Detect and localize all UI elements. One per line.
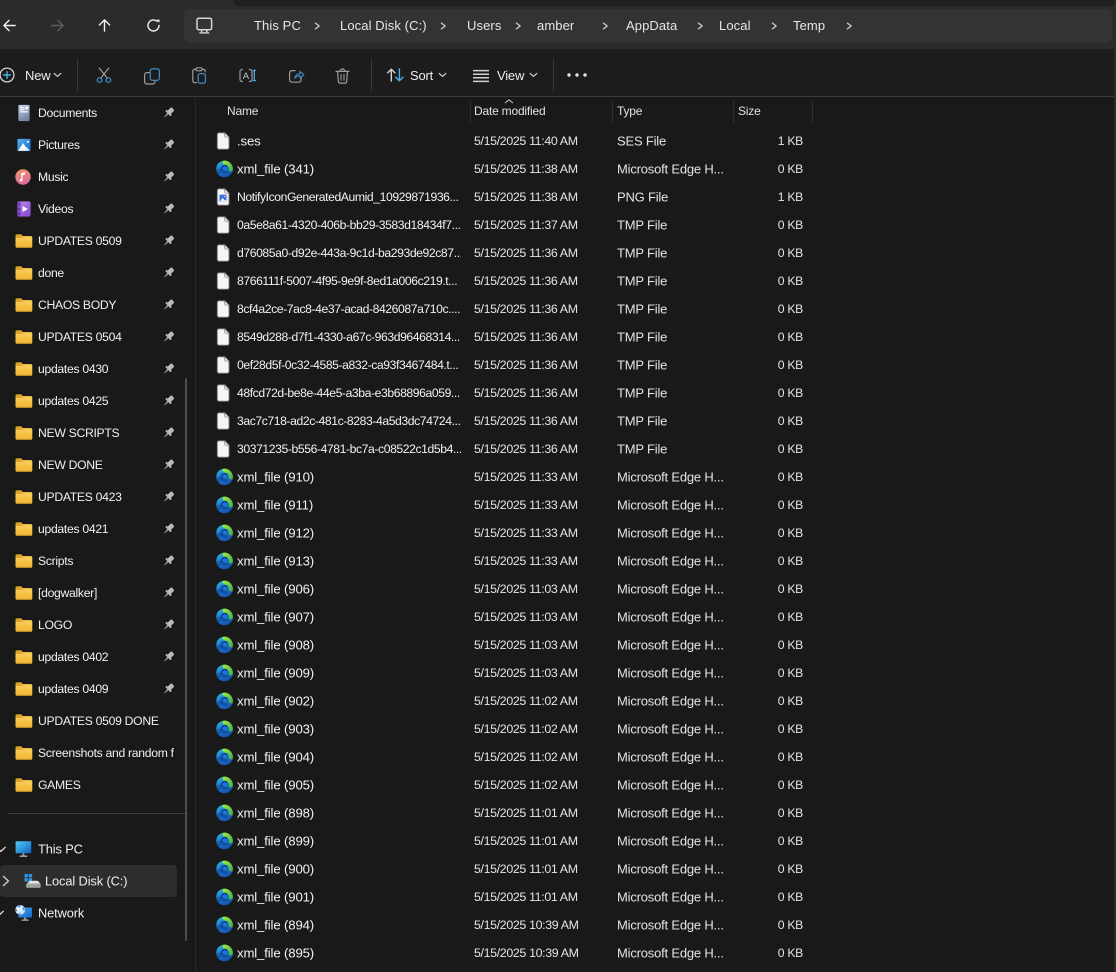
svg-text:A: A — [243, 71, 250, 82]
